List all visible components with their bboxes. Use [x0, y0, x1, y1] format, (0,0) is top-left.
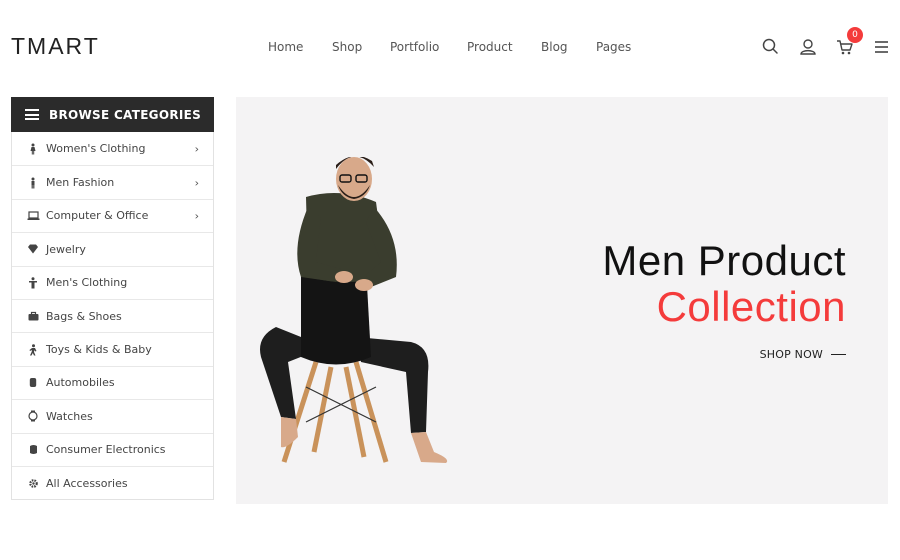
chevron-right-icon: › [194, 142, 199, 156]
category-list: Women's Clothing › Men Fashion › Compute… [11, 132, 214, 501]
nav-portfolio[interactable]: Portfolio [390, 40, 467, 54]
category-item-bags-shoes[interactable]: Bags & Shoes [12, 298, 213, 332]
category-label: Jewelry [46, 242, 86, 256]
category-item-jewelry[interactable]: Jewelry [12, 232, 213, 265]
chevron-right-icon: › [194, 176, 199, 190]
woman-icon [26, 142, 40, 156]
category-label: Bags & Shoes [46, 309, 122, 323]
car-icon [26, 376, 40, 390]
nav-product[interactable]: Product [467, 40, 541, 54]
category-label: All Accessories [46, 476, 128, 490]
site-logo[interactable]: TMART [11, 33, 100, 60]
browse-categories-header[interactable]: BROWSE CATEGORIES [11, 97, 214, 132]
laptop-icon [26, 209, 40, 223]
hero-title-line-2: Collection [656, 283, 846, 330]
category-item-automobiles[interactable]: Automobiles [12, 365, 213, 399]
category-item-consumer-electronics[interactable]: Consumer Electronics [12, 432, 213, 466]
hero-model-image [260, 157, 448, 463]
category-label: Men's Clothing [46, 276, 128, 290]
bag-icon [26, 309, 40, 323]
category-item-toys-kids-baby[interactable]: Toys & Kids & Baby [12, 332, 213, 365]
category-item-computer-office[interactable]: Computer & Office › [12, 198, 213, 232]
category-item-watches[interactable]: Watches [12, 399, 213, 432]
category-item-all-accessories[interactable]: All Accessories [12, 465, 213, 499]
man-icon [26, 176, 40, 190]
chevron-right-icon: › [194, 209, 199, 223]
category-item-mens-clothing[interactable]: Men's Clothing [12, 265, 213, 299]
category-label: Toys & Kids & Baby [46, 343, 152, 357]
user-icon[interactable] [797, 36, 819, 58]
category-label: Men Fashion [46, 176, 115, 190]
nav-home[interactable]: Home [268, 40, 332, 54]
watch-icon [26, 409, 40, 423]
hero-banner: Men Product Collection SHOP NOW [236, 97, 888, 504]
nav-blog[interactable]: Blog [541, 40, 596, 54]
nav-pages[interactable]: Pages [596, 40, 646, 54]
site-header: TMART Home Shop Portfolio Product Blog P… [0, 0, 900, 95]
shop-now-label: SHOP NOW [759, 348, 823, 361]
electronics-icon [26, 443, 40, 457]
cart-count-badge: 0 [847, 27, 863, 43]
category-label: Watches [46, 409, 93, 423]
browse-categories-title: BROWSE CATEGORIES [49, 107, 202, 122]
shirt-icon [26, 276, 40, 290]
gear-icon [26, 476, 40, 490]
shop-now-link[interactable]: SHOP NOW [760, 348, 846, 361]
hamburger-icon [25, 109, 39, 120]
main-nav: Home Shop Portfolio Product Blog Pages [268, 40, 646, 54]
category-label: Women's Clothing [46, 142, 146, 156]
category-item-womens-clothing[interactable]: Women's Clothing › [12, 132, 213, 165]
category-item-men-fashion[interactable]: Men Fashion › [12, 165, 213, 198]
child-icon [26, 343, 40, 357]
category-label: Consumer Electronics [46, 443, 166, 457]
category-label: Computer & Office [46, 209, 149, 223]
search-icon[interactable] [760, 36, 782, 58]
category-label: Automobiles [46, 376, 115, 390]
diamond-icon [26, 242, 40, 256]
hero-title-line-1: Men Product [602, 237, 846, 284]
nav-shop[interactable]: Shop [332, 40, 390, 54]
shop-now-dash [831, 354, 846, 355]
category-sidebar: BROWSE CATEGORIES Women's Clothing › Men… [11, 97, 214, 501]
menu-icon[interactable] [871, 36, 893, 58]
